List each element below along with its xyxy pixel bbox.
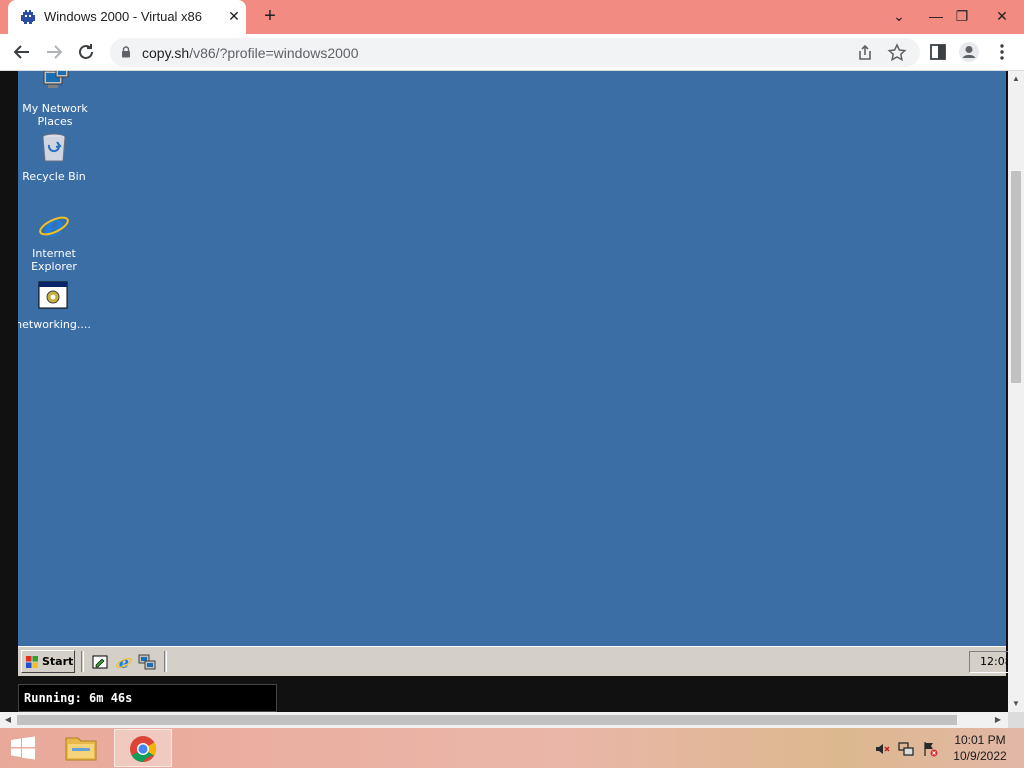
desktop-icon-label: Recycle Bin xyxy=(22,170,86,183)
program-window-icon xyxy=(38,281,68,309)
share-icon[interactable] xyxy=(854,42,876,64)
reload-button[interactable] xyxy=(74,40,98,64)
quick-launch-ie-icon[interactable]: e xyxy=(115,653,133,671)
bookmark-star-icon[interactable] xyxy=(886,42,908,64)
desktop-icon-label: Internet Explorer xyxy=(31,247,77,273)
close-window-button[interactable]: ✕ xyxy=(988,2,1016,30)
browser-toolbar: copy.sh/v86/?profile=windows2000 xyxy=(0,34,1024,71)
v86-favicon-icon xyxy=(21,10,35,24)
forward-button[interactable] xyxy=(42,40,66,64)
scroll-down-arrow-icon[interactable]: ▼ xyxy=(1008,696,1024,712)
vm-taskbar: Start e 12:08 xyxy=(18,646,1009,676)
lock-icon[interactable] xyxy=(121,46,131,58)
host-clock[interactable]: 10:01 PM 10/9/2022 xyxy=(940,732,1020,764)
tab-title: Windows 2000 - Virtual x86 xyxy=(44,9,203,24)
start-button[interactable]: Start xyxy=(21,650,75,673)
address-bar[interactable]: copy.sh/v86/?profile=windows2000 xyxy=(110,38,920,67)
horizontal-scrollbar[interactable]: ◀ ▶ xyxy=(0,712,1008,728)
recycle-bin-icon xyxy=(42,133,66,162)
desktop-icon-label: networking.... xyxy=(18,318,91,331)
start-label: Start xyxy=(42,655,74,668)
vm-clock[interactable]: 12:08 xyxy=(969,651,1009,673)
svg-text:e: e xyxy=(44,209,63,242)
new-tab-button[interactable]: + xyxy=(260,6,280,26)
scroll-up-arrow-icon[interactable]: ▲ xyxy=(1008,71,1024,87)
vertical-scroll-thumb[interactable] xyxy=(1011,171,1021,383)
volume-muted-icon[interactable] xyxy=(874,741,890,757)
action-center-flag-icon[interactable] xyxy=(922,741,938,757)
desktop-icon-networking[interactable]: networking.... xyxy=(18,279,93,331)
scroll-left-arrow-icon[interactable]: ◀ xyxy=(0,712,16,728)
emulator-status: Running: 6m 46s xyxy=(18,684,277,712)
desktop-icon-internet-explorer[interactable]: e Internet Explorer xyxy=(18,208,94,273)
tab-strip: Windows 2000 - Virtual x86 ✕ + ⌄ — ❐ ✕ xyxy=(0,0,1024,34)
desktop-icon-recycle-bin[interactable]: Recycle Bin xyxy=(18,131,94,183)
url-text[interactable]: copy.sh/v86/?profile=windows2000 xyxy=(142,45,359,61)
tab-close-icon[interactable]: ✕ xyxy=(226,8,242,24)
profile-avatar-icon[interactable] xyxy=(958,41,980,63)
side-panel-icon[interactable] xyxy=(927,41,949,63)
show-desktop-icon[interactable] xyxy=(91,653,109,671)
url-path: /v86/?profile=windows2000 xyxy=(189,45,359,61)
scrollbar-corner xyxy=(1008,712,1024,728)
minimize-button[interactable]: — xyxy=(922,2,950,30)
windows-logo-icon xyxy=(26,656,38,668)
host-clock-time: 10:01 PM xyxy=(954,733,1006,747)
host-clock-date: 10/9/2022 xyxy=(953,749,1007,763)
browser-tab[interactable]: Windows 2000 - Virtual x86 ✕ xyxy=(8,0,246,34)
taskbar-separator xyxy=(81,651,84,672)
desktop-icon-label: My Network Places xyxy=(22,102,88,128)
tab-search-icon[interactable]: ⌄ xyxy=(885,2,913,30)
scroll-right-arrow-icon[interactable]: ▶ xyxy=(990,712,1006,728)
network-places-icon xyxy=(43,71,69,88)
url-host: copy.sh xyxy=(142,45,190,61)
vm-desktop[interactable]: My Network Places Recycle Bin e Internet… xyxy=(18,71,1006,646)
back-button[interactable] xyxy=(10,40,34,64)
host-taskbar: 10:01 PM 10/9/2022 xyxy=(0,728,1024,768)
vertical-scrollbar[interactable]: ▲ ▼ xyxy=(1008,71,1024,712)
quick-launch-network-icon[interactable] xyxy=(138,653,156,671)
file-explorer-icon[interactable] xyxy=(58,730,104,766)
chrome-icon xyxy=(130,736,157,763)
desktop-icon-network-places[interactable]: My Network Places xyxy=(18,71,95,128)
taskbar-separator xyxy=(164,651,167,672)
chrome-taskbar-button[interactable] xyxy=(114,729,172,767)
network-status-icon[interactable] xyxy=(898,741,914,757)
windows-start-icon[interactable] xyxy=(8,735,38,761)
internet-explorer-icon: e xyxy=(39,209,69,244)
browser-menu-icon[interactable] xyxy=(991,41,1013,63)
restore-button[interactable]: ❐ xyxy=(948,2,976,30)
page-viewport: My Network Places Recycle Bin e Internet… xyxy=(0,71,1009,712)
horizontal-scroll-thumb[interactable] xyxy=(17,715,957,725)
